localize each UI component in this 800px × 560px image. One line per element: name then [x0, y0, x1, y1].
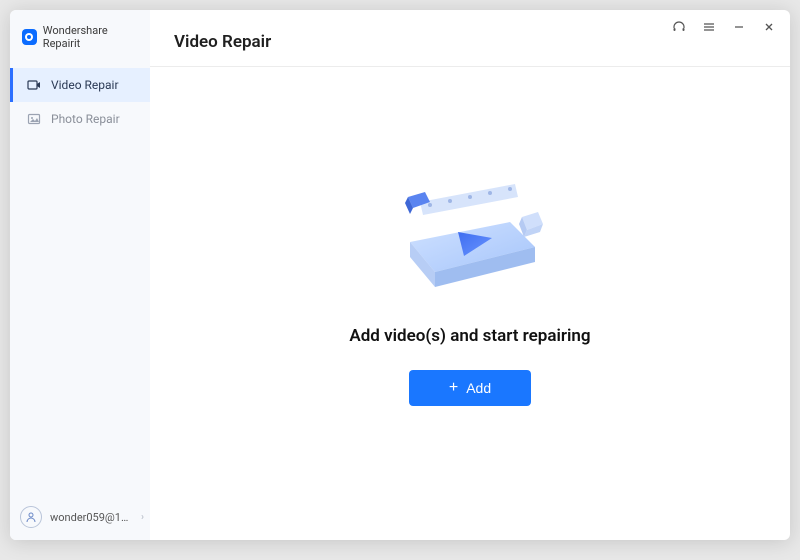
- page-title: Video Repair: [174, 32, 766, 52]
- close-icon[interactable]: [762, 20, 776, 34]
- video-illustration-icon: [380, 162, 560, 302]
- avatar-icon: [20, 506, 42, 528]
- empty-state: Add video(s) and start repairing + Add: [150, 67, 790, 540]
- brand-name: Wondershare Repairit: [43, 24, 140, 50]
- user-account-row[interactable]: wonder059@16... ›: [20, 506, 144, 528]
- app-window: Wondershare Repairit Video Repair Photo …: [10, 10, 790, 540]
- main-area: Video Repair: [150, 10, 790, 540]
- plus-icon: +: [449, 380, 458, 396]
- sidebar-item-label: Photo Repair: [51, 112, 120, 126]
- photo-icon: [27, 112, 41, 126]
- hamburger-menu-icon[interactable]: [702, 20, 716, 34]
- empty-state-subtitle: Add video(s) and start repairing: [349, 326, 590, 346]
- user-display-name: wonder059@16...: [50, 511, 133, 524]
- sidebar-item-video-repair[interactable]: Video Repair: [10, 68, 150, 102]
- minimize-icon[interactable]: [732, 20, 746, 34]
- chevron-right-icon: ›: [141, 512, 144, 523]
- video-icon: [27, 78, 41, 92]
- page-header: Video Repair: [150, 10, 790, 67]
- window-controls: [672, 20, 776, 34]
- sidebar-item-label: Video Repair: [51, 78, 119, 92]
- sidebar-item-photo-repair[interactable]: Photo Repair: [10, 102, 150, 136]
- brand-logo-icon: [22, 29, 37, 45]
- add-button[interactable]: + Add: [409, 370, 531, 406]
- sidebar: Wondershare Repairit Video Repair Photo …: [10, 10, 150, 540]
- brand-row: Wondershare Repairit: [10, 10, 150, 68]
- add-button-label: Add: [466, 380, 491, 396]
- headset-icon[interactable]: [672, 20, 686, 34]
